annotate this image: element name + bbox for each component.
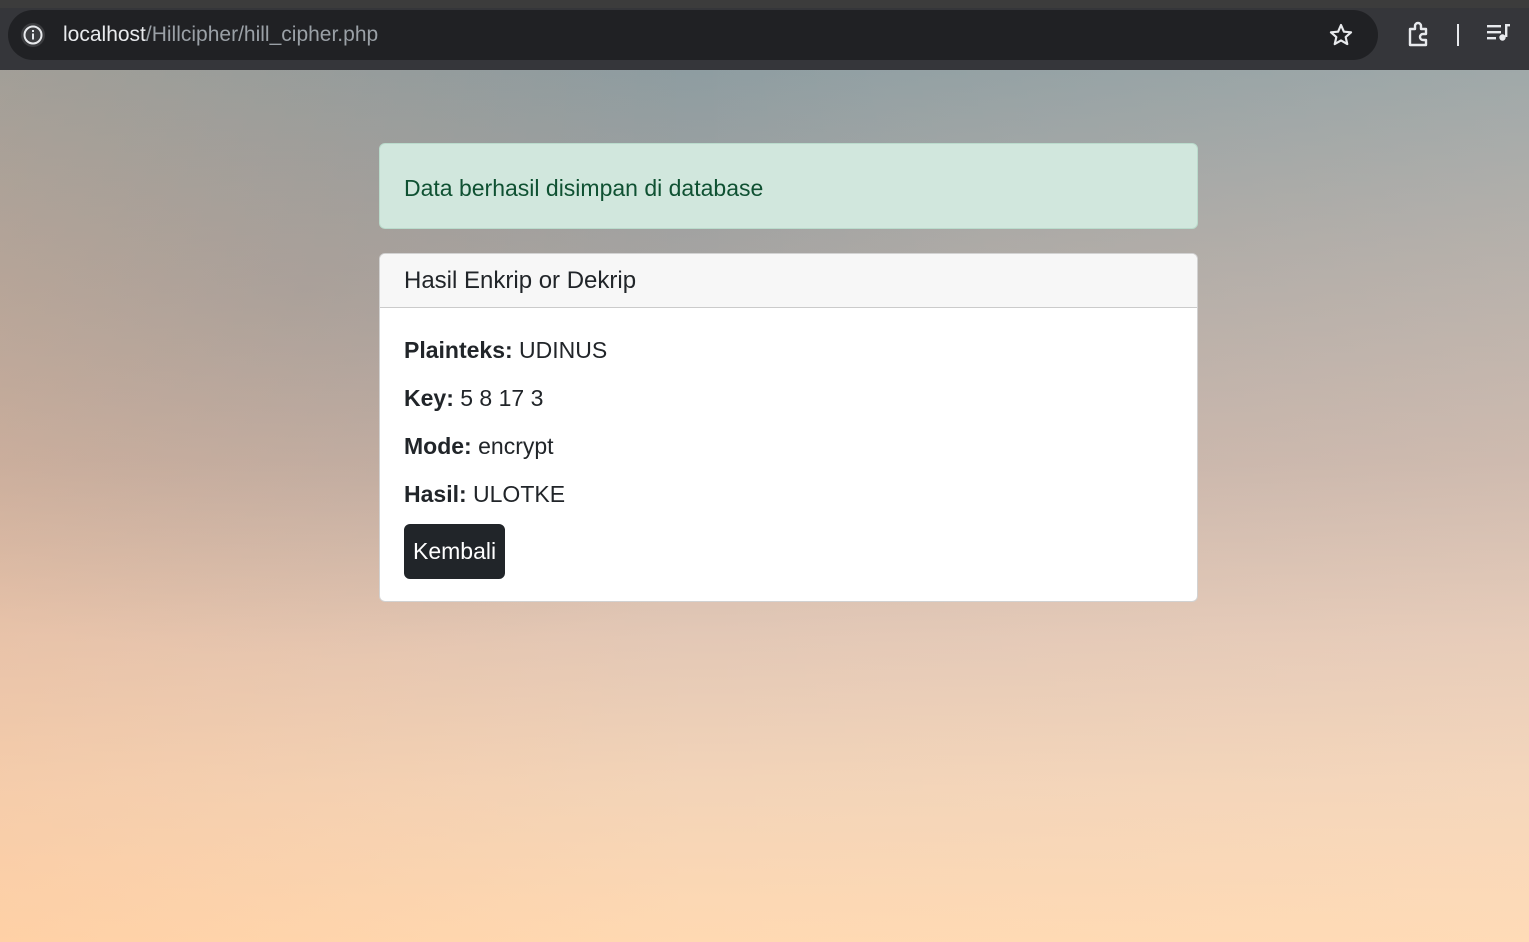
result-card: Hasil Enkrip or Dekrip Plainteks: UDINUS… [379, 253, 1198, 602]
card-body: Plainteks: UDINUS Key: 5 8 17 3 Mode: en… [380, 308, 1197, 601]
address-bar[interactable]: localhost/Hillcipher/hill_cipher.php [8, 10, 1378, 60]
star-icon[interactable] [1328, 22, 1354, 53]
key-row: Key: 5 8 17 3 [404, 382, 1173, 414]
extensions-icon[interactable] [1405, 20, 1433, 53]
mode-value: encrypt [478, 433, 554, 459]
back-button[interactable]: Kembali [404, 524, 506, 579]
result-label: Hasil: [404, 481, 467, 507]
toolbar-divider [1457, 24, 1459, 46]
key-value: 5 8 17 3 [460, 385, 544, 411]
mode-row: Mode: encrypt [404, 430, 1173, 462]
mode-label: Mode: [404, 433, 472, 459]
url-host: localhost [63, 23, 146, 46]
card-header: Hasil Enkrip or Dekrip [380, 254, 1197, 308]
card-title: Hasil Enkrip or Dekrip [404, 267, 637, 294]
url-path: /Hillcipher/hill_cipher.php [145, 23, 379, 46]
plaintext-label: Plainteks: [404, 337, 513, 363]
tab-strip [0, 0, 1529, 8]
url-text[interactable]: localhost/Hillcipher/hill_cipher.php [63, 22, 378, 48]
result-value: ULOTKE [473, 481, 566, 507]
browser-toolbar: localhost/Hillcipher/hill_cipher.php [0, 0, 1529, 70]
success-alert: Data berhasil disimpan di database [379, 143, 1198, 229]
plaintext-value: UDINUS [519, 337, 608, 363]
result-row: Hasil: ULOTKE [404, 478, 1173, 510]
page-viewport: Data berhasil disimpan di database Hasil… [0, 70, 1529, 942]
media-playlist-icon[interactable] [1486, 22, 1512, 51]
alert-message: Data berhasil disimpan di database [404, 175, 764, 201]
key-label: Key: [404, 385, 454, 411]
plaintext-row: Plainteks: UDINUS [404, 334, 1173, 366]
info-icon[interactable] [21, 23, 45, 47]
